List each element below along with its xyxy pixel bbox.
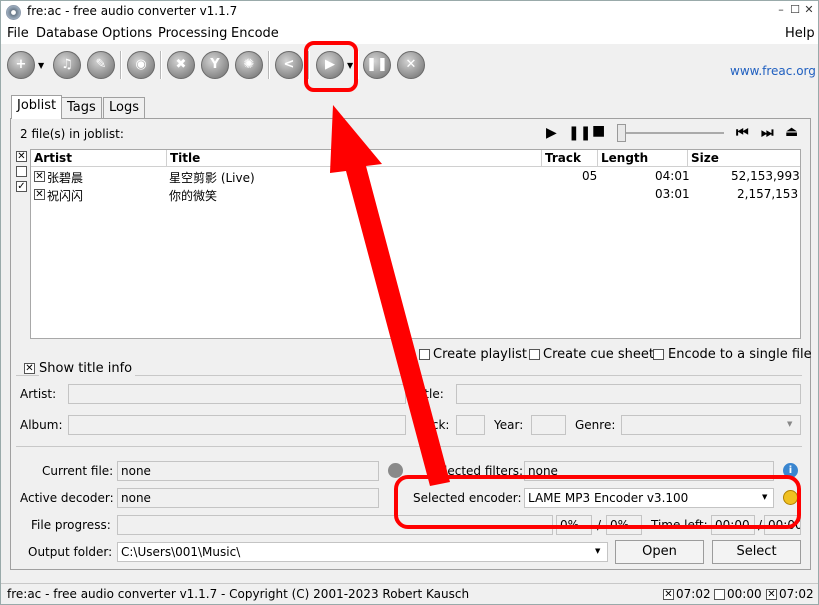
tab-joblist[interactable]: Joblist xyxy=(11,95,63,119)
app-window: fre:ac - free audio converter v1.1.7 – ☐… xyxy=(0,0,819,605)
annotation-arrow xyxy=(330,105,450,486)
annotation-arrow-shape xyxy=(330,105,450,486)
